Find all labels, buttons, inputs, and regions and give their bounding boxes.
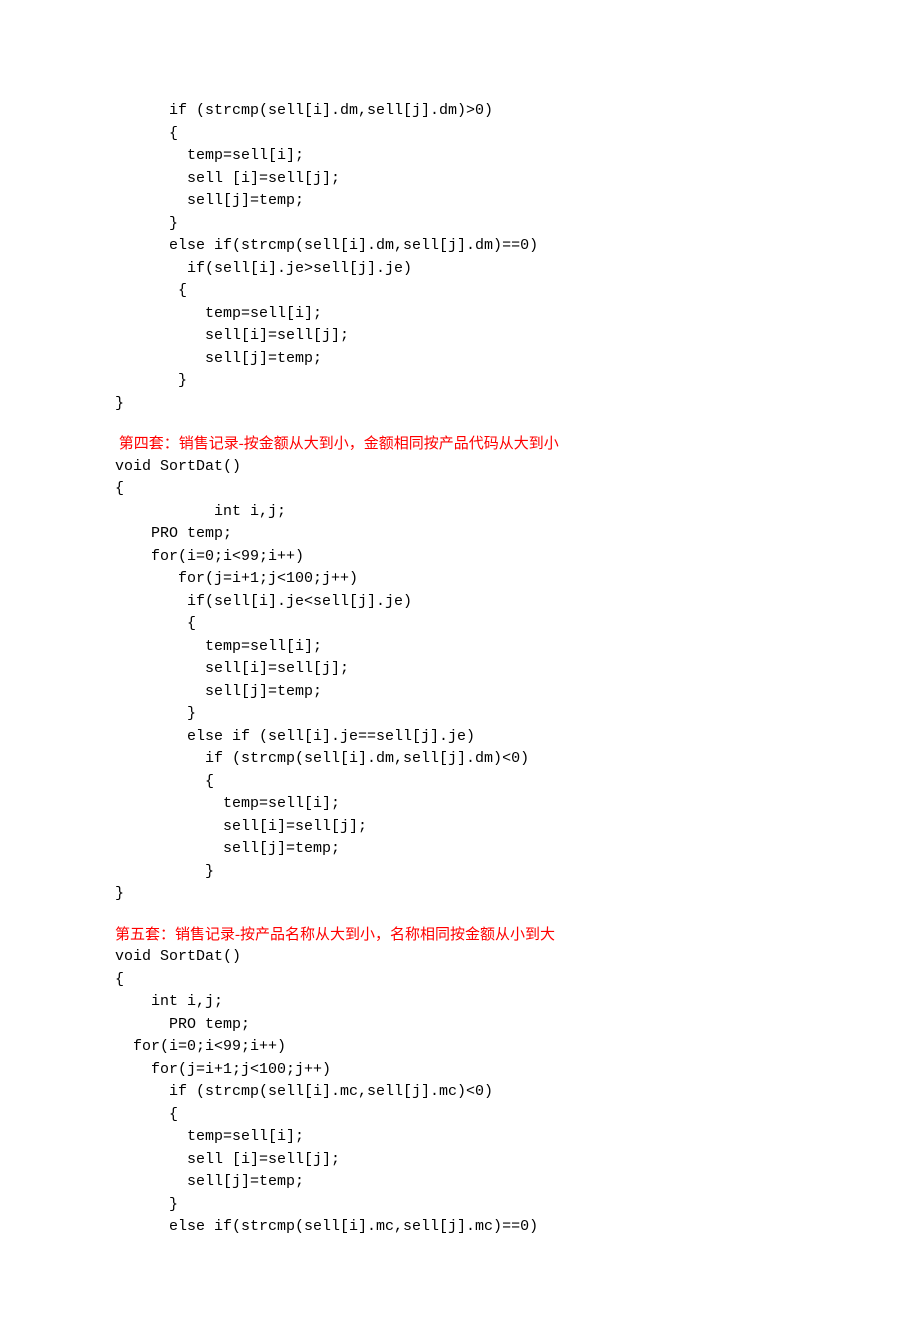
code-section-1: if (strcmp(sell[i].dm,sell[j].dm)>0) { t… xyxy=(115,100,805,415)
code-section-2: 第四套：销售记录-按金额从大到小，金额相同按产品代码从大到小 void Sort… xyxy=(115,433,805,906)
code-block-1: if (strcmp(sell[i].dm,sell[j].dm)>0) { t… xyxy=(115,100,805,415)
code-section-3: 第五套：销售记录-按产品名称从大到小，名称相同按金额从小到大 void Sort… xyxy=(115,924,805,1239)
code-block-2: void SortDat() { int i,j; PRO temp; for(… xyxy=(115,456,805,906)
section-3-heading: 第五套：销售记录-按产品名称从大到小，名称相同按金额从小到大 xyxy=(115,924,805,947)
code-block-3: void SortDat() { int i,j; PRO temp; for(… xyxy=(115,946,805,1239)
section-2-heading: 第四套：销售记录-按金额从大到小，金额相同按产品代码从大到小 xyxy=(115,433,805,456)
